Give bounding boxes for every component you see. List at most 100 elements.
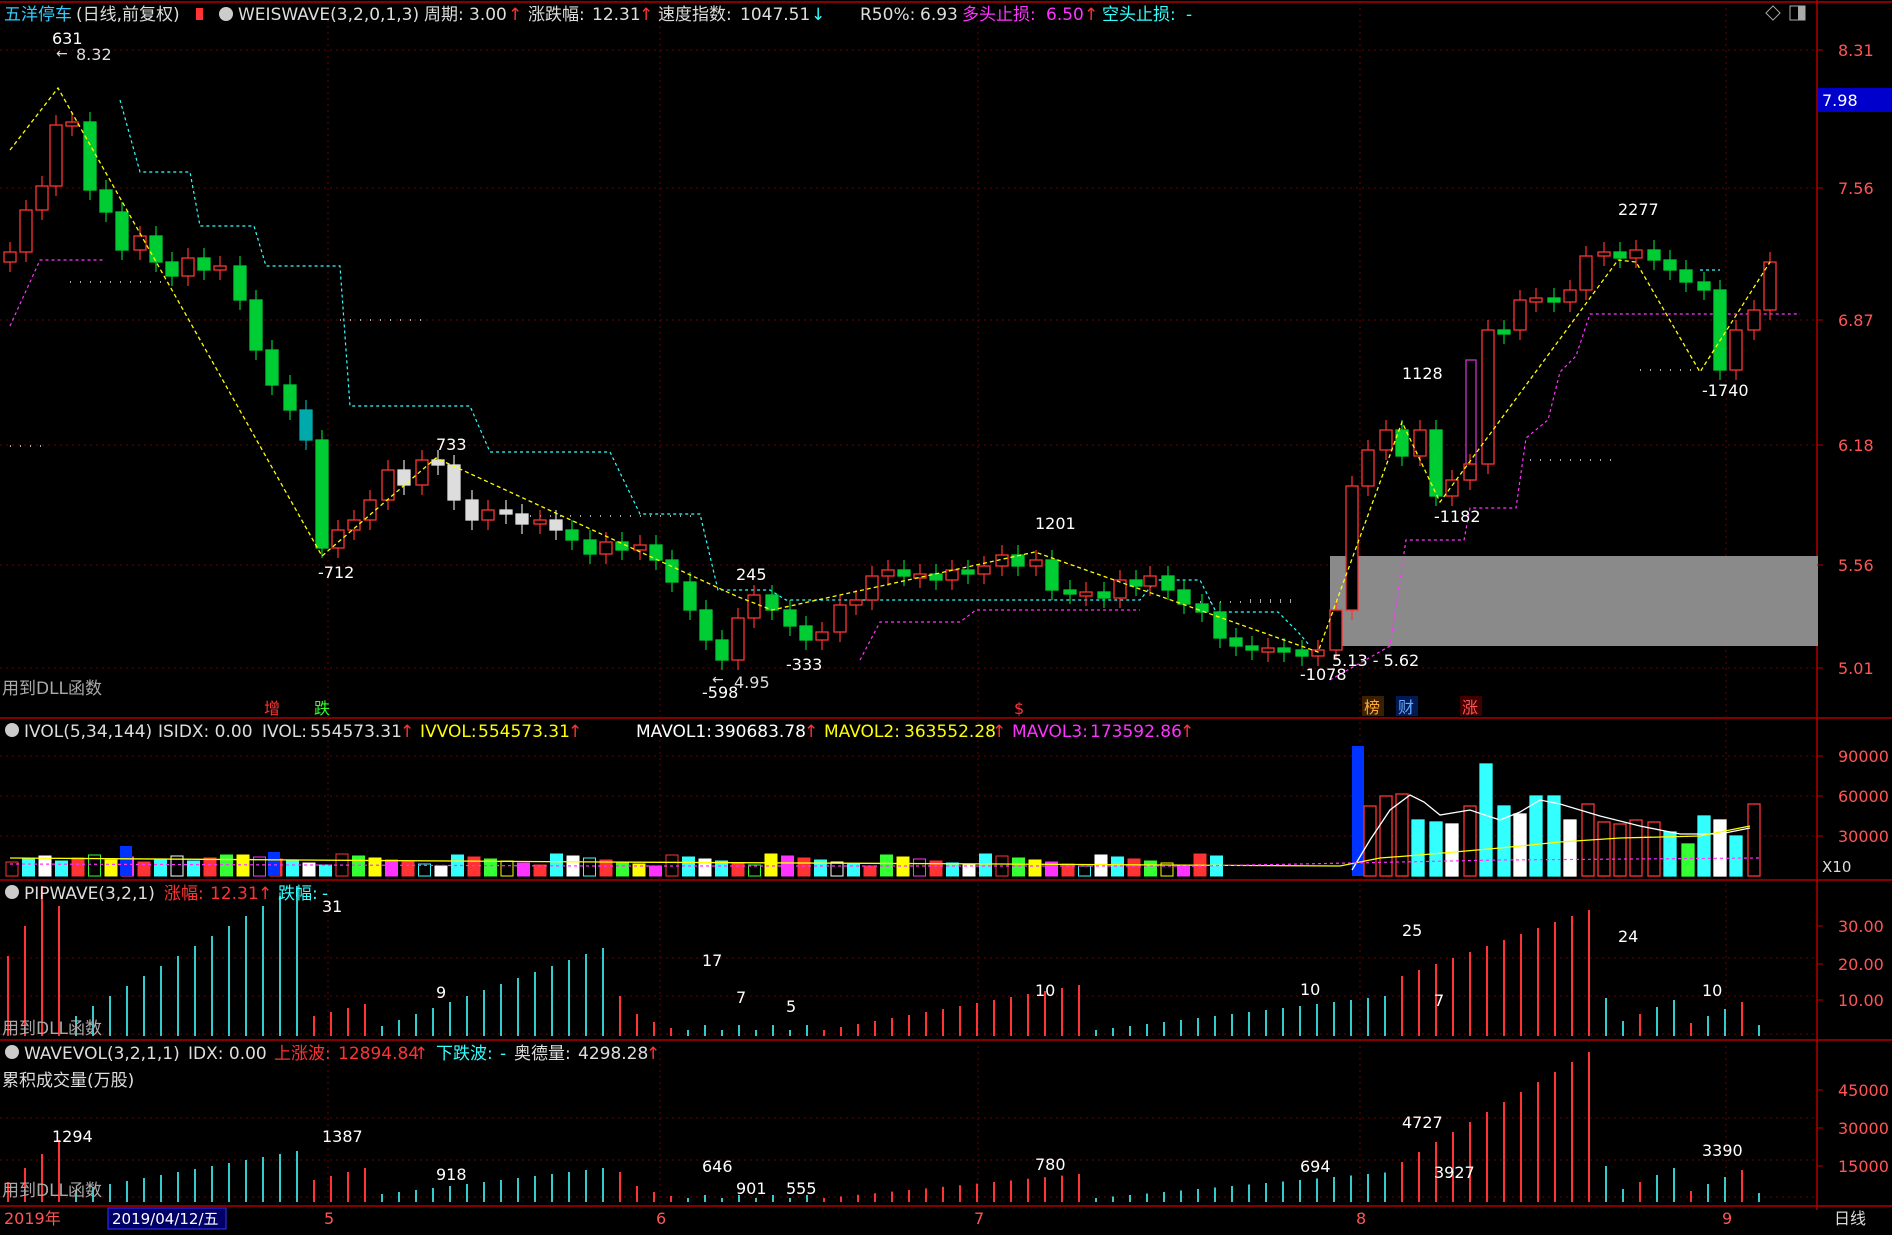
ivol-title: IVOL(5,34,144) — [24, 722, 152, 742]
candle-body — [977, 565, 991, 575]
ivol-bar — [1445, 823, 1459, 877]
candle-body — [1229, 637, 1243, 647]
ivol-bar — [203, 857, 217, 877]
r50-value: 6.93 — [920, 5, 958, 25]
month-label: 9 — [1722, 1209, 1732, 1228]
candle-body — [315, 439, 329, 549]
ivol-bar — [764, 853, 778, 877]
event-marker-bang: 榜 — [1364, 698, 1380, 717]
ivol-bar — [1144, 860, 1157, 877]
candle-body — [683, 581, 697, 611]
candle-body — [1379, 429, 1393, 451]
candle-body — [181, 257, 195, 277]
candle-body — [1213, 611, 1227, 639]
candle-body — [1063, 589, 1077, 595]
candle-body — [363, 499, 377, 521]
ivol-bar — [1078, 865, 1091, 877]
ivol-bar — [1629, 819, 1643, 877]
wavevol-subtitle: 累积成交量(万股) — [2, 1071, 134, 1091]
wave-high-label: 2277 — [1618, 200, 1659, 219]
short-stop-value: - — [1186, 5, 1192, 25]
candle-body — [865, 575, 879, 601]
wavevol-value-label: 694 — [1300, 1157, 1331, 1176]
year-label: 2019年 — [4, 1209, 61, 1228]
candle-body — [1747, 309, 1761, 331]
axis-tick-label: 5.56 — [1838, 556, 1874, 575]
ivol-bar — [319, 864, 332, 877]
candle-body — [1729, 329, 1743, 371]
ivol-bar — [1352, 746, 1364, 876]
candle-body — [347, 519, 361, 531]
candle-body — [65, 121, 79, 127]
wavevol-value-label: 1294 — [52, 1127, 93, 1146]
event-marker-zhang: 涨 — [1462, 698, 1478, 717]
mavol2-value: 363552.28 — [904, 722, 996, 742]
candle-body — [465, 499, 479, 521]
ivol-bar — [71, 857, 85, 877]
candle-body — [1563, 289, 1577, 303]
candle-body — [283, 384, 297, 411]
axis-tick-label: 30.00 — [1838, 917, 1884, 936]
wavevol-value-label: 3927 — [1434, 1163, 1475, 1182]
ivol-bar — [385, 859, 398, 877]
pipwave-value-label: 24 — [1618, 927, 1638, 946]
candle-body — [149, 235, 163, 263]
dropdown-icon[interactable] — [5, 885, 19, 899]
dropdown-icon[interactable] — [219, 7, 233, 21]
indicator-name[interactable]: WEISWAVE(3,2,0,1,3) — [238, 5, 419, 25]
up-arrow-icon: ↑ — [1180, 722, 1194, 742]
ivol-bar — [649, 865, 662, 877]
pipwave-value-label: 10 — [1035, 981, 1055, 1000]
wavevol-value-label: 901 — [736, 1179, 767, 1198]
ivol-isidx: ISIDX: 0.00 — [158, 722, 253, 742]
ivol-bar — [120, 846, 132, 876]
wave-high-label: 1201 — [1035, 514, 1076, 533]
period-button[interactable]: 日线 — [1834, 1209, 1866, 1228]
ivol-bar — [1597, 821, 1611, 877]
ivol-bar — [1411, 819, 1425, 877]
ivol-bar — [55, 860, 68, 877]
up-arrow-icon: ↑ — [992, 722, 1006, 742]
ivol-bar — [154, 858, 167, 877]
lock-icon[interactable] — [196, 8, 203, 20]
candle-body — [1481, 329, 1495, 465]
dll-label: 用到DLL函数 — [2, 1019, 102, 1039]
candle-body — [133, 235, 147, 251]
wavevol-down-label: 下跌波: — [436, 1044, 493, 1064]
ivol-bar — [286, 860, 299, 877]
pipwave-value-label: 10 — [1300, 980, 1320, 999]
candle-body — [715, 639, 729, 661]
pipwave-value-label: 10 — [1702, 981, 1722, 1000]
axis-tick-label: 20.00 — [1838, 955, 1884, 974]
ivol-bar — [1729, 835, 1743, 877]
candle-body — [213, 265, 227, 271]
candle-body — [747, 594, 761, 619]
candle-body — [833, 604, 847, 633]
candle-body — [799, 625, 813, 641]
candle-body — [1647, 249, 1661, 261]
wavevol-value-label: 4727 — [1402, 1113, 1443, 1132]
candle-body — [1597, 251, 1611, 257]
range-label: 5.13 - 5.62 — [1332, 651, 1419, 670]
ivol-bar — [1395, 793, 1409, 877]
ivol-label: IVOL: — [262, 722, 307, 742]
low-arrow-icon: ← — [712, 672, 724, 688]
up-arrow-icon: ↑ — [1084, 5, 1098, 25]
candle-body — [1547, 297, 1561, 303]
candle-body — [83, 121, 97, 191]
axis-tick-label: 15000 — [1838, 1157, 1889, 1176]
ivol-bar — [1463, 805, 1477, 877]
event-marker-dollar: $ — [1014, 699, 1024, 718]
stock-name[interactable]: 五洋停车 — [4, 5, 72, 25]
wavevol-ode-label: 奥德量: — [514, 1044, 571, 1064]
wavevol-value-label: 780 — [1035, 1155, 1066, 1174]
wave-low-label: -333 — [786, 655, 822, 674]
candle-body — [1613, 251, 1627, 259]
candle-body — [1579, 255, 1593, 291]
wave-low-label: -1182 — [1434, 507, 1481, 526]
down-arrow-icon: ↓ — [811, 5, 825, 25]
ivol-bar — [434, 865, 448, 877]
dropdown-icon[interactable] — [5, 1045, 19, 1059]
dropdown-icon[interactable] — [5, 723, 19, 737]
mavol3-value: 173592.86 — [1090, 722, 1182, 742]
